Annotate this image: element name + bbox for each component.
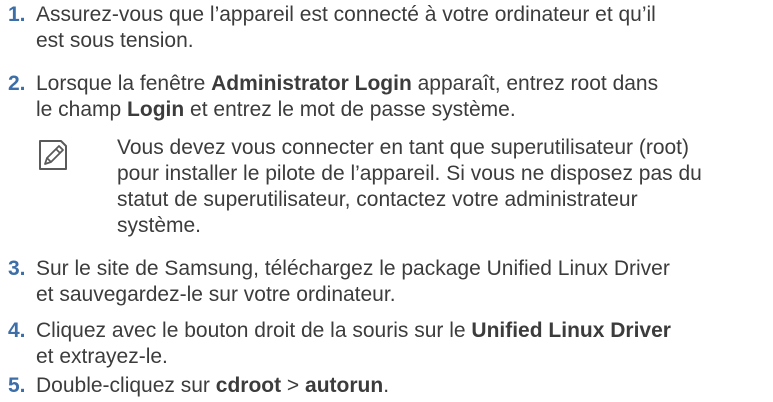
step-text-line: le champ Login et entrez le mot de passe… — [36, 97, 773, 123]
text-run: et entrez le mot de passe système. — [184, 98, 516, 121]
text-run: Double-cliquez sur — [36, 374, 216, 397]
driver-name: Unified Linux Driver — [471, 319, 671, 342]
step-text: Assurez-vous que l’appareil est connecté… — [36, 2, 773, 54]
step-text: Double-cliquez sur cdroot > autorun. — [36, 373, 773, 399]
text-run: apparaît, entrez root dans — [411, 72, 659, 95]
step-text-line: Sur le site de Samsung, téléchargez le p… — [36, 257, 670, 280]
text-run: le champ — [36, 98, 128, 121]
step-text: Sur le site de Samsung, téléchargez le p… — [36, 256, 773, 308]
step-number: 1. — [8, 3, 26, 26]
step-number: 2. — [8, 72, 26, 95]
note-text: Vous devez vous connecter en tant que su… — [117, 135, 757, 239]
window-name: Administrator Login — [211, 72, 412, 95]
text-run: . — [383, 374, 390, 397]
step-text-line: et sauvegardez-le sur votre ordinateur. — [36, 283, 396, 306]
step-text-line: Double-cliquez sur cdroot > autorun. — [36, 373, 773, 399]
step-text: Cliquez avec le bouton droit de la souri… — [36, 318, 773, 370]
field-name: Login — [127, 98, 185, 121]
note-text-line: système. — [117, 214, 202, 237]
note-pencil-icon — [39, 140, 67, 170]
note-text-line: statut de superutilisateur, contactez vo… — [117, 188, 638, 211]
text-run: Cliquez avec le bouton droit de la souri… — [36, 319, 472, 342]
step-number: 4. — [8, 319, 26, 342]
note-text-line: Vous devez vous connecter en tant que su… — [117, 136, 690, 159]
step-text-line: Assurez-vous que l’appareil est connecté… — [36, 3, 656, 26]
folder-name: cdroot — [215, 374, 282, 397]
text-run: Lorsque la fenêtre — [36, 72, 212, 95]
step-text: Lorsque la fenêtre Administrator Login a… — [36, 71, 773, 123]
step-text-line: Cliquez avec le bouton droit de la souri… — [36, 318, 773, 344]
step-text-line: et extrayez-le. — [36, 345, 168, 368]
note-text-line: pour installer le pilote de l’appareil. … — [117, 162, 702, 185]
step-number: 3. — [8, 257, 26, 280]
step-number: 5. — [8, 374, 26, 397]
text-run: > — [281, 374, 306, 397]
step-text-line: Lorsque la fenêtre Administrator Login a… — [36, 71, 773, 97]
note-box: Vous devez vous connecter en tant que su… — [36, 135, 773, 247]
file-name: autorun — [305, 374, 384, 397]
step-text-line: est sous tension. — [36, 29, 194, 52]
